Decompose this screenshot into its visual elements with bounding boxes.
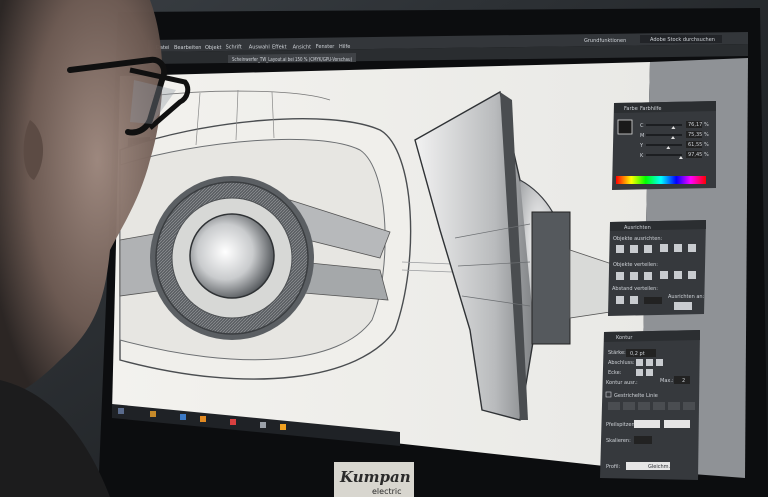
align-panel: Ausrichten Objekte ausrichten: Objekte v… xyxy=(608,220,706,316)
color-panel-tab-farbe[interactable]: Farbe xyxy=(624,106,638,112)
distribute-objects-label: Objekte verteilen: xyxy=(613,262,658,268)
align-hcenter-button[interactable] xyxy=(630,245,638,253)
distribute-hcenter-button[interactable] xyxy=(674,271,682,279)
dash-field-3[interactable] xyxy=(668,402,680,410)
spacing-vertical-button[interactable] xyxy=(616,296,624,304)
spacing-horizontal-button[interactable] xyxy=(630,296,638,304)
arrowhead-end-select[interactable] xyxy=(664,420,690,428)
align-top-button[interactable] xyxy=(660,244,668,252)
arrowhead-start-select[interactable] xyxy=(634,420,660,428)
menu-item[interactable]: Fenster xyxy=(316,44,335,50)
monitor-brand: Kumpan xyxy=(339,468,411,486)
distribute-right-button[interactable] xyxy=(688,271,696,279)
taskbar-app-icon[interactable] xyxy=(150,411,156,417)
dashed-line-label: Gestrichelte Linie xyxy=(614,393,658,399)
align-to-dropdown[interactable] xyxy=(674,302,692,310)
gap-field-3[interactable] xyxy=(683,402,695,410)
color-panel: Farbe Farbhilfe C 76,17 %M 75,35 %Y 61,55 %K 97… xyxy=(612,101,716,190)
channel-label: C xyxy=(640,123,644,129)
dash-field-1[interactable] xyxy=(608,402,620,410)
channel-unit: % xyxy=(704,122,709,128)
color-spectrum[interactable] xyxy=(616,176,706,184)
taskbar-app-icon[interactable] xyxy=(180,414,186,420)
channel-value: 75,35 xyxy=(688,132,702,138)
workspace-switcher[interactable]: Grundfunktionen xyxy=(584,38,626,44)
color-panel-tab-farbhilfe[interactable]: Farbhilfe xyxy=(640,106,662,112)
spacing-value-field[interactable] xyxy=(644,297,662,304)
arrowhead-scale-label: Skalieren: xyxy=(606,438,631,444)
channel-slider[interactable] xyxy=(646,134,682,136)
stroke-corner-label: Ecke: xyxy=(608,370,622,376)
stock-search-placeholder: Adobe Stock durchsuchen xyxy=(650,37,715,43)
channel-slider[interactable] xyxy=(646,124,682,126)
stroke-cap-label: Abschluss: xyxy=(608,360,635,366)
align-vcenter-button[interactable] xyxy=(674,244,682,252)
channel-unit: % xyxy=(704,152,709,158)
distribute-spacing-label: Abstand verteilen: xyxy=(612,286,658,292)
align-bottom-button[interactable] xyxy=(688,244,696,252)
align-left-button[interactable] xyxy=(616,245,624,253)
gap-field-2[interactable] xyxy=(653,402,665,410)
monitor-brand-sub: electric xyxy=(372,487,402,496)
corner-round-button[interactable] xyxy=(646,369,653,376)
channel-label: M xyxy=(640,133,644,139)
distribute-left-button[interactable] xyxy=(660,271,668,279)
document-tab-title[interactable]: Scheinwerfer_TW_Layout.ai bei 150 % (CMY… xyxy=(232,57,352,63)
mount-block xyxy=(531,211,571,345)
stroke-panel-title: Kontur xyxy=(616,335,633,341)
taskbar-app-icon[interactable] xyxy=(230,419,236,425)
menu-item[interactable]: Hilfe xyxy=(339,44,350,50)
align-to-label: Ausrichten an: xyxy=(668,294,705,300)
gap-field-1[interactable] xyxy=(623,402,635,410)
stroke-limit-label: Max.: xyxy=(660,378,674,384)
distribute-vcenter-button[interactable] xyxy=(630,272,638,280)
channel-slider[interactable] xyxy=(646,154,682,156)
channel-value: 61,55 xyxy=(688,142,702,148)
distribute-top-button[interactable] xyxy=(616,272,624,280)
align-panel-title: Ausrichten xyxy=(624,225,651,231)
menu-item[interactable]: Schrift xyxy=(226,45,242,51)
channel-unit: % xyxy=(704,132,709,138)
arrowhead-scale-field[interactable] xyxy=(634,436,652,444)
channel-slider[interactable] xyxy=(646,144,682,146)
taskbar-app-icon[interactable] xyxy=(260,422,266,428)
channel-value: 97,45 xyxy=(688,152,702,158)
cap-round-button[interactable] xyxy=(646,359,653,366)
cap-butt-button[interactable] xyxy=(636,359,643,366)
taskbar-app-icon[interactable] xyxy=(280,424,286,430)
stroke-weight-label: Stärke: xyxy=(608,350,626,356)
photo-scene: Farbe Farbhilfe C 76,17 %M 75,35 %Y 61,55 %K 97… xyxy=(0,0,768,497)
monitor-screen: Farbe Farbhilfe C 76,17 %M 75,35 %Y 61,55 %K 97… xyxy=(112,32,748,480)
monitor-logo-plate: Kumpan electric xyxy=(334,462,414,497)
channel-value: 76,17 xyxy=(688,122,702,128)
dash-field-2[interactable] xyxy=(638,402,650,410)
arrowheads-label: Pfeilspitzen: xyxy=(606,422,637,428)
align-right-button[interactable] xyxy=(644,245,652,253)
menubar-labels: Datei Bearbeiten Objekt Schrift Auswahl Effek… xyxy=(156,44,350,51)
stroke-profile-label: Profil: xyxy=(606,464,620,470)
menu-item[interactable]: Objekt xyxy=(205,45,221,51)
distribute-bottom-button[interactable] xyxy=(644,272,652,280)
color-fill-swatch[interactable] xyxy=(617,119,633,135)
menu-item[interactable]: Ansicht xyxy=(293,44,312,50)
menu-item[interactable]: Bearbeiten xyxy=(174,45,201,51)
stroke-profile-value: Gleichm. xyxy=(648,464,671,470)
stroke-align-label: Kontur ausr.: xyxy=(606,380,638,386)
taskbar-app-icon[interactable] xyxy=(200,416,206,422)
align-objects-label: Objekte ausrichten: xyxy=(613,236,663,242)
stroke-weight-value: 0,2 pt xyxy=(630,351,645,357)
channel-unit: % xyxy=(704,142,709,148)
corner-miter-button[interactable] xyxy=(636,369,643,376)
start-icon[interactable] xyxy=(118,408,124,414)
stroke-limit-value: 2 xyxy=(682,378,685,384)
menu-item[interactable]: Effekt xyxy=(272,44,287,50)
stroke-panel: Kontur Stärke: 0,2 pt Abschluss: Ecke: M… xyxy=(600,330,700,480)
menu-item[interactable]: Auswahl xyxy=(249,45,270,51)
cap-square-button[interactable] xyxy=(656,359,663,366)
